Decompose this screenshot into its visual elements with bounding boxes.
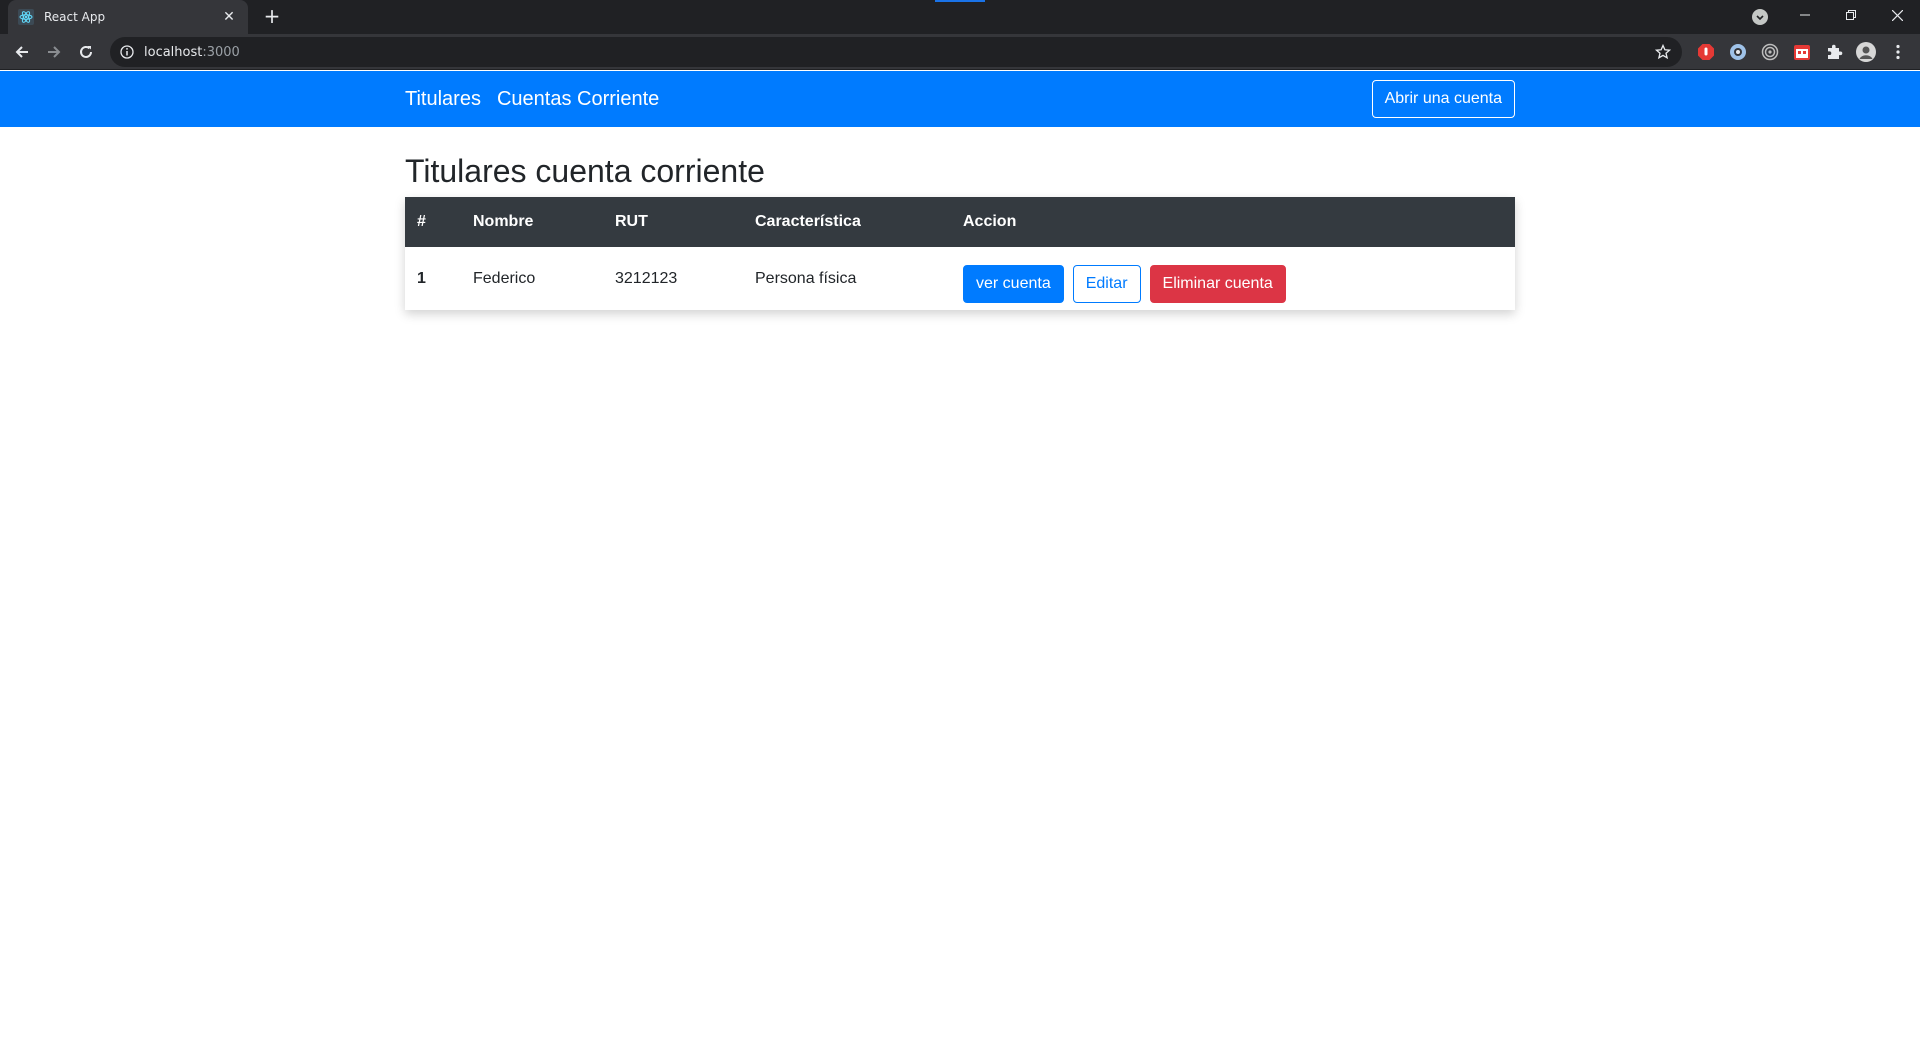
cell-actions: ver cuenta Editar Eliminar cuenta [951, 247, 1515, 310]
cell-num: 1 [417, 269, 426, 287]
column-header-accion: Accion [963, 213, 1017, 230]
view-account-button[interactable]: ver cuenta [963, 264, 1064, 303]
holders-table: # Nombre RUT Característica Accion 1 Fed… [405, 197, 1515, 310]
minimize-icon[interactable] [1782, 0, 1828, 30]
nav-link-cuentas-corriente[interactable]: Cuentas Corriente [497, 88, 659, 111]
close-icon[interactable]: ✕ [220, 9, 238, 25]
target-extension-icon[interactable] [1760, 42, 1780, 62]
table-row: 1 Federico 3212123 Persona física ver cu… [405, 247, 1515, 310]
browser-tab[interactable]: React App ✕ [8, 0, 248, 34]
react-icon [18, 9, 34, 25]
cell-caracteristica: Persona física [755, 269, 857, 287]
kebab-menu-icon[interactable] [1888, 42, 1908, 62]
column-header-nombre: Nombre [473, 213, 534, 230]
calendar-extension-icon[interactable] [1792, 42, 1812, 62]
url-host: localhost [144, 44, 203, 60]
tab-title: React App [44, 10, 106, 24]
url-port: :3000 [202, 44, 240, 60]
browser-tabstrip: React App ✕ + [0, 0, 1920, 34]
delete-account-button[interactable]: Eliminar cuenta [1149, 264, 1286, 303]
new-tab-button[interactable]: + [260, 5, 284, 29]
holders-table-wrapper: # Nombre RUT Característica Accion 1 Fed… [405, 197, 1515, 310]
tab-search-icon[interactable] [1752, 9, 1768, 25]
reload-icon[interactable] [74, 40, 98, 64]
restore-icon[interactable] [1828, 0, 1874, 30]
circle-extension-icon[interactable] [1728, 42, 1748, 62]
page-title: Titulares cuenta corriente [405, 153, 765, 189]
arrow-right-icon[interactable] [42, 40, 66, 64]
cell-nombre: Federico [473, 269, 536, 287]
main-content: Titulares cuenta corriente # Nombre RUT … [405, 127, 1515, 310]
nav-link-titulares[interactable]: Titulares [405, 88, 481, 111]
puzzle-icon[interactable] [1824, 42, 1844, 62]
column-header-caracteristica: Característica [755, 213, 861, 230]
arrow-left-icon[interactable] [10, 40, 34, 64]
app-navbar: Titulares Cuentas Corriente Abrir una cu… [0, 71, 1920, 127]
avatar[interactable] [1856, 42, 1876, 62]
star-icon[interactable] [1654, 43, 1672, 61]
column-header-rut: RUT [615, 213, 648, 230]
window-close-icon[interactable] [1874, 0, 1920, 30]
cell-rut: 3212123 [615, 269, 678, 287]
navbar-container: Titulares Cuentas Corriente Abrir una cu… [405, 71, 1515, 127]
row-actions: ver cuenta Editar Eliminar cuenta [963, 255, 1503, 303]
browser-toolbar: localhost:3000 [0, 34, 1920, 70]
column-header-num: # [417, 213, 426, 230]
adblock-extension-icon[interactable] [1696, 42, 1716, 62]
edit-button[interactable]: Editar [1072, 264, 1141, 303]
info-icon[interactable] [120, 45, 134, 59]
table-header-row: # Nombre RUT Característica Accion [405, 197, 1515, 247]
address-bar[interactable]: localhost:3000 [110, 37, 1682, 67]
open-account-button[interactable]: Abrir una cuenta [1371, 80, 1515, 118]
top-indicator [935, 0, 985, 2]
